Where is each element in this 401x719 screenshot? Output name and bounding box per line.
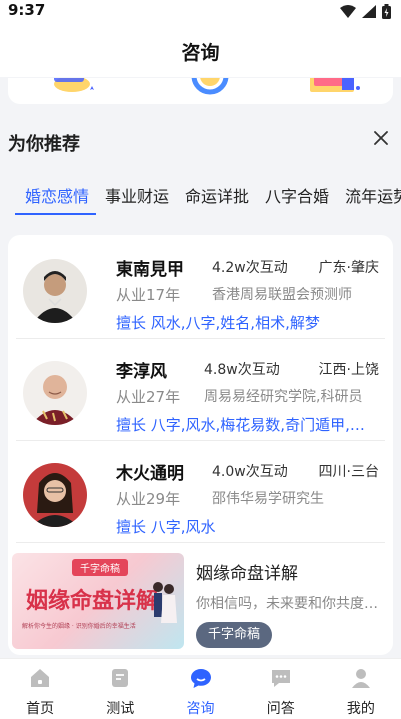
promo-tag[interactable]: 千字命稿	[196, 622, 273, 648]
interaction-count: 4.8w次互动	[204, 362, 280, 378]
tab-annual-fortune[interactable]: 流年运势	[337, 184, 401, 218]
interaction-count: 4.2w次互动	[212, 260, 288, 276]
promo-image-banner: 千字命稿	[72, 559, 128, 576]
tab-career[interactable]: 事业财运	[97, 184, 177, 218]
category-strip	[8, 78, 393, 104]
couple-illustration	[153, 582, 177, 623]
test-icon	[112, 669, 129, 687]
app-header: 咨询	[0, 22, 401, 77]
home-icon	[31, 669, 50, 687]
advisor-skills: 擅长 八字,风水	[116, 518, 216, 536]
category-tabs: 婚恋感情 事业财运 命运详批 八字合婚 流年运势	[0, 184, 401, 218]
promo-image-text: 姻缘命盘详解	[26, 589, 159, 614]
advisor-card[interactable]: 木火通明 4.0w次互动 四川·三台 从业29年 邵伟华易学研究生 擅长 八字,…	[8, 443, 393, 543]
recommend-section: 为你推荐 婚恋感情 事业财运 命运详批 八字合婚 流年运势	[0, 104, 401, 224]
nav-test[interactable]: 测试	[80, 659, 160, 719]
promo-image-sub: 解析你今生的姻缘 · 识别你婚后的幸福生活	[22, 623, 136, 630]
promo-desc: 你相信吗，未来要和你共度一生的人	[196, 596, 388, 612]
advisor-years: 从业27年	[116, 388, 181, 406]
qa-icon	[271, 670, 290, 687]
promo-title: 姻缘命盘详解	[196, 564, 298, 584]
recommend-title: 为你推荐	[8, 134, 80, 155]
nav-consult-label: 咨询	[186, 701, 215, 717]
interaction-count: 4.0w次互动	[212, 464, 288, 480]
nav-test-label: 测试	[106, 701, 135, 717]
advisor-region: 江西·上饶	[318, 362, 379, 378]
advisor-org: 香港周易联盟会预测师	[212, 287, 352, 303]
advisor-name: 東南見甲	[116, 260, 184, 280]
advisor-name: 木火通明	[116, 464, 184, 484]
wifi-icon	[340, 5, 356, 18]
advisor-card[interactable]: 東南見甲 4.2w次互动 广东·肇庆 从业17年 香港周易联盟会预测师 擅长 风…	[8, 239, 393, 339]
advisor-region: 四川·三台	[318, 464, 379, 480]
advisor-org: 周易易经研究学院,科研员	[204, 389, 363, 405]
nav-profile-label: 我的	[346, 701, 375, 717]
close-icon[interactable]	[371, 128, 391, 148]
divider	[16, 542, 385, 543]
advisor-years: 从业29年	[116, 490, 181, 508]
tab-bazi-match[interactable]: 八字合婚	[257, 184, 337, 218]
nav-home[interactable]: 首页	[0, 659, 80, 719]
advisor-list: 東南見甲 4.2w次互动 广东·肇庆 从业17年 香港周易联盟会预测师 擅长 风…	[8, 235, 393, 655]
advisor-skills: 擅长 风水,八字,姓名,相术,解梦	[116, 314, 320, 332]
signal-icon	[362, 5, 376, 18]
page-title: 咨询	[181, 42, 220, 64]
advisor-name: 李淳风	[116, 362, 167, 382]
status-icons	[340, 4, 391, 19]
nav-qa-label: 问答	[266, 701, 295, 717]
promo-card[interactable]: 千字命稿 姻缘命盘详解 解析你今生的姻缘 · 识别你婚后的幸福生活 姻缘命盘详解…	[8, 553, 393, 655]
battery-icon	[382, 4, 391, 19]
avatar	[23, 463, 87, 527]
advisor-years: 从业17年	[116, 286, 181, 304]
nav-qa[interactable]: 问答	[241, 659, 321, 719]
category-icon-1[interactable]	[48, 78, 100, 100]
chat-icon	[190, 669, 211, 688]
advisor-org: 邵伟华易学研究生	[212, 491, 324, 507]
divider	[16, 440, 385, 441]
status-bar: 9:37	[0, 0, 401, 22]
avatar	[23, 361, 87, 425]
category-icon-2[interactable]	[188, 78, 232, 96]
profile-icon	[351, 669, 370, 688]
nav-profile[interactable]: 我的	[321, 659, 401, 719]
advisor-card[interactable]: 李淳风 4.8w次互动 江西·上饶 从业27年 周易易经研究学院,科研员 擅长 …	[8, 341, 393, 441]
bottom-nav: 首页 测试 咨询 问答 我的	[0, 658, 401, 719]
nav-consult[interactable]: 咨询	[160, 659, 240, 719]
tab-destiny[interactable]: 命运详批	[177, 184, 257, 218]
status-time: 9:37	[8, 1, 46, 19]
avatar	[23, 259, 87, 323]
divider	[16, 338, 385, 339]
nav-home-label: 首页	[26, 701, 55, 717]
category-icon-3[interactable]	[308, 78, 364, 98]
advisor-region: 广东·肇庆	[318, 260, 379, 276]
promo-image: 千字命稿 姻缘命盘详解 解析你今生的姻缘 · 识别你婚后的幸福生活	[12, 553, 184, 649]
tab-marriage[interactable]: 婚恋感情	[0, 184, 97, 218]
advisor-skills: 擅长 八字,风水,梅花易数,奇门遁甲,六爻	[116, 416, 378, 434]
